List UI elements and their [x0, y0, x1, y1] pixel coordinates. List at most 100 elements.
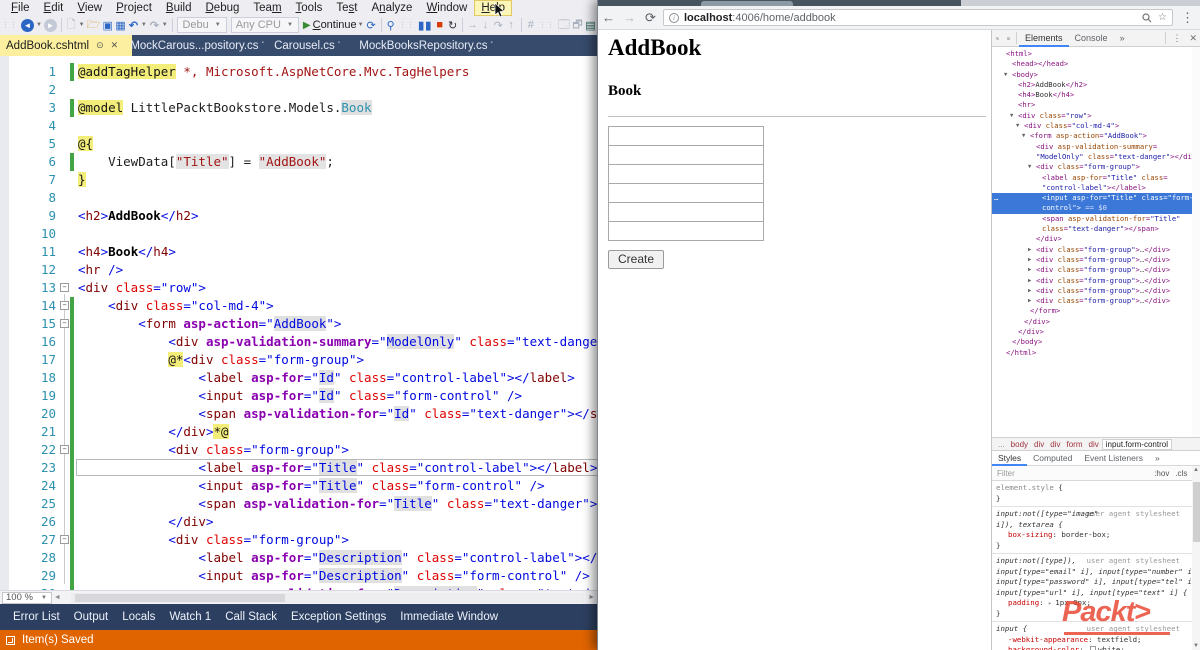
tree-collapse-arrow[interactable]: ▶	[1028, 265, 1031, 275]
scroll-left-arrow[interactable]: ◄	[52, 594, 63, 601]
doc-tab-addbook-cshtml[interactable]: AddBook.cshtml ⊙ ✕	[0, 35, 132, 56]
styles-tab-computed[interactable]: Computed	[1027, 451, 1078, 466]
form-text-input[interactable]	[608, 183, 764, 203]
bookmark-star-icon[interactable]: ☆	[1158, 12, 1167, 23]
styles-scroll-thumb[interactable]	[1193, 482, 1200, 542]
new-file-button[interactable]: 🗋	[66, 18, 77, 33]
fold-toggle[interactable]: −	[60, 301, 69, 310]
fold-toggle[interactable]: −	[60, 445, 69, 454]
continue-caret[interactable]: ▼	[358, 22, 364, 28]
editor-zoom-dropdown[interactable]: 100 % ▼	[2, 591, 52, 604]
address-bar[interactable]: i localhost:4006/home/addbook ☆	[663, 9, 1173, 26]
tree-expand-arrow[interactable]: ▼	[1022, 131, 1025, 141]
form-text-input[interactable]	[608, 164, 764, 184]
undo-caret[interactable]: ▼	[141, 22, 147, 28]
save-all-button[interactable]: ▦	[115, 18, 126, 33]
create-button[interactable]: Create	[608, 250, 665, 269]
forward-button[interactable]: →	[619, 10, 640, 25]
menu-item-test[interactable]: Test	[329, 0, 364, 16]
breadcrumb-item[interactable]: div	[1031, 440, 1047, 449]
hscroll-thumb[interactable]	[74, 593, 285, 602]
menu-item-build[interactable]: Build	[159, 0, 199, 16]
breadcrumb-item[interactable]: form	[1064, 440, 1086, 449]
menu-item-analyze[interactable]: Analyze	[365, 0, 420, 16]
tree-collapse-arrow[interactable]: ▶	[1028, 286, 1031, 296]
docs-icon[interactable]: ▤	[585, 18, 596, 33]
browser-menu-icon[interactable]: ⋮	[1177, 10, 1198, 26]
devtools-more-tabs[interactable]: »	[1114, 30, 1131, 47]
tree-collapse-arrow[interactable]: ▶	[1028, 255, 1031, 265]
menu-item-window[interactable]: Window	[419, 0, 474, 16]
code-editor[interactable]: 1 @addTagHelper *, Microsoft.AspNetCore.M…	[0, 56, 597, 590]
navigate-back-button[interactable]: ◄	[21, 18, 34, 33]
step-back-icon[interactable]: ↑	[506, 18, 517, 33]
dom-tree-row[interactable]: </form>	[992, 306, 1192, 316]
platform-dropdown[interactable]: Any CPU ▼	[230, 17, 299, 33]
site-info-icon[interactable]: i	[669, 12, 679, 23]
dom-tree-row[interactable]: <h2>AddBook</h2>	[992, 80, 1192, 90]
dom-tree-row[interactable]: "ModelOnly" class="text-danger"></div>	[992, 152, 1192, 162]
dom-tree-row[interactable]: ▶ <div class="form-group">…</div>	[992, 276, 1192, 286]
dom-tree-row[interactable]: ▶ <div class="form-group">…</div>	[992, 255, 1192, 265]
reload-button[interactable]: ⟳	[640, 10, 661, 26]
dom-tree-row[interactable]: <head></head>	[992, 59, 1192, 69]
menu-item-edit[interactable]: Edit	[37, 0, 71, 16]
tree-collapse-arrow[interactable]: ▶	[1028, 245, 1031, 255]
form-text-input[interactable]	[608, 145, 764, 165]
dom-tree-row[interactable]: class="text-danger"></span>	[992, 224, 1192, 234]
hscroll-track[interactable]	[70, 592, 585, 603]
url-text[interactable]: localhost:4006/home/addbook	[684, 12, 1136, 24]
tree-expand-arrow[interactable]: ▼	[1004, 70, 1007, 80]
styles-tab-event-listeners[interactable]: Event Listeners	[1078, 451, 1149, 466]
dom-tree-row[interactable]: <h4>Book</h4>	[992, 90, 1192, 100]
doc-tab-carousel-cs[interactable]: Carousel.cs ▪	[262, 35, 352, 56]
panel-tab-immediate-window[interactable]: Immediate Window	[393, 608, 505, 626]
back-dropdown-caret[interactable]: ▼	[36, 22, 42, 28]
menu-item-file[interactable]: File	[4, 0, 37, 16]
fold-toggle[interactable]: −	[60, 535, 69, 544]
refresh-button[interactable]: ⟳	[366, 18, 377, 33]
scroll-up-arrow[interactable]: ▲	[1193, 467, 1199, 473]
step-over-icon[interactable]: →	[467, 18, 478, 33]
breakpoints-icon[interactable]: #	[525, 18, 536, 33]
breadcrumb-item[interactable]: div	[1047, 440, 1063, 449]
doc-tab-mockcarous-pository-cs[interactable]: MockCarous...pository.cs ▪	[130, 35, 263, 56]
tree-expand-arrow[interactable]: ▼	[1028, 162, 1031, 172]
devtools-tab-console[interactable]: Console	[1069, 30, 1114, 47]
breadcrumb-item[interactable]: body	[1008, 440, 1031, 449]
filter-toggle[interactable]: .cls	[1172, 469, 1190, 478]
stop-button[interactable]: ■	[434, 18, 445, 33]
dom-tree-row[interactable]: </div>	[992, 234, 1192, 244]
styles-tab-styles[interactable]: Styles	[992, 451, 1028, 466]
dom-tree-row[interactable]: <html>	[992, 49, 1192, 59]
menu-item-tools[interactable]: Tools	[289, 0, 330, 16]
styles-scrollbar[interactable]: ▲ ▼	[1192, 466, 1200, 650]
dom-tree-row[interactable]: ▼ <div class="form-group">	[992, 162, 1192, 172]
dom-tree-row[interactable]: ▼ <div class="col-md-4">	[992, 121, 1192, 131]
dom-tree-row[interactable]: … <input asp-for="Title" class="form-	[992, 193, 1192, 204]
tree-expand-arrow[interactable]: ▼	[1010, 111, 1013, 121]
pin-icon[interactable]: ⊙	[96, 40, 104, 51]
dom-tree-row[interactable]: control"> == $0	[992, 203, 1192, 214]
panel-tab-call-stack[interactable]: Call Stack	[218, 608, 284, 626]
navigate-forward-button[interactable]: ►	[43, 18, 57, 33]
back-button[interactable]: ←	[598, 10, 619, 25]
comment-icon[interactable]: 🗔	[558, 18, 570, 33]
dom-tree-row[interactable]: ▼ <div class="row">	[992, 111, 1192, 121]
form-text-input[interactable]	[608, 202, 764, 222]
dom-tree-row[interactable]: <label asp-for="Title" class=	[992, 173, 1192, 183]
pause-button[interactable]: ▮▮	[418, 18, 432, 33]
device-toolbar-icon[interactable]	[1003, 33, 1014, 44]
styles-more-tabs[interactable]: »	[1149, 451, 1166, 466]
panel-tab-locals[interactable]: Locals	[115, 608, 162, 626]
step-into-icon[interactable]: ↓	[480, 18, 491, 33]
dom-tree-row[interactable]: ▶ <div class="form-group">…</div>	[992, 265, 1192, 275]
redo-button[interactable]: ↷	[149, 18, 160, 33]
fold-toggle[interactable]: −	[60, 283, 69, 292]
dom-tree-row[interactable]: ▼ <form asp-action="AddBook">	[992, 131, 1192, 141]
dom-tree-row[interactable]: ▼ <body>	[992, 70, 1192, 80]
panel-tab-exception-settings[interactable]: Exception Settings	[284, 608, 393, 626]
dom-tree-scrollbar[interactable]	[1192, 47, 1200, 437]
tree-expand-arrow[interactable]: ▼	[1016, 121, 1019, 131]
step-out-icon[interactable]: ↷	[493, 18, 504, 33]
